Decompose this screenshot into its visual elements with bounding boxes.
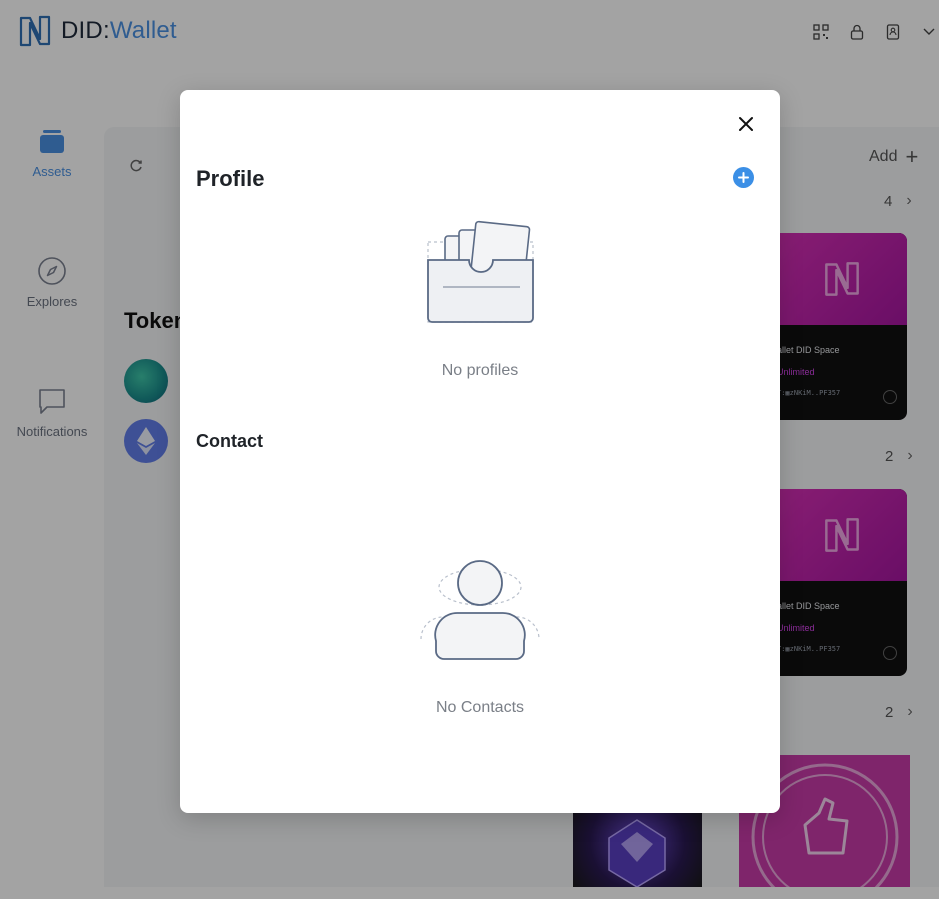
profile-heading: Profile [196, 166, 265, 191]
add-profile-button[interactable] [733, 167, 754, 188]
contact-heading: Contact [196, 431, 263, 451]
plus-icon [738, 172, 749, 183]
close-icon[interactable] [736, 114, 756, 134]
no-contacts-message: No Contacts [435, 699, 525, 716]
no-profiles-message: No profiles [441, 362, 519, 379]
profile-contact-dialog: Profile No profiles Contact No Contacts [180, 90, 780, 813]
empty-folder-icon [427, 220, 534, 323]
empty-contact-person-icon [420, 560, 540, 660]
